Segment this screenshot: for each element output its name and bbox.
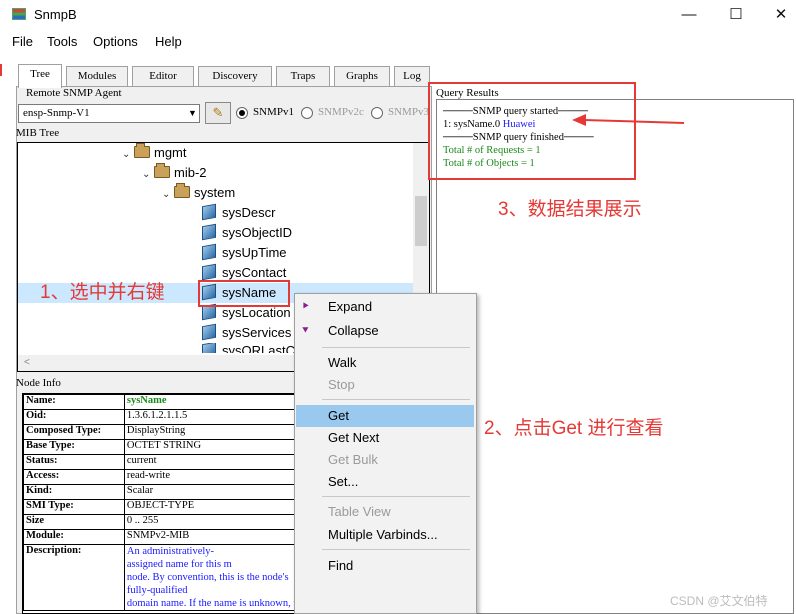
- menu-separator: [322, 496, 470, 497]
- tab-modules[interactable]: Modules: [66, 66, 128, 86]
- menu-separator: [322, 347, 470, 348]
- annotation-box-results: [428, 82, 636, 180]
- maximize-button[interactable]: ☐: [716, 2, 756, 28]
- tools-icon: ✎: [212, 105, 224, 120]
- menu-get[interactable]: Get: [296, 405, 474, 427]
- caret-down-icon[interactable]: ⌄: [142, 165, 154, 185]
- annotation-step2: 2、点击Get 进行查看: [484, 418, 664, 439]
- folder-icon: [174, 183, 190, 198]
- leaf-node-icon: [202, 263, 216, 281]
- tree-node-sysdescr[interactable]: sysDescr: [18, 203, 429, 223]
- window-title: SnmpB: [34, 7, 77, 22]
- minimize-button[interactable]: —: [669, 2, 709, 28]
- snmpv2c-label: SNMPv2c: [318, 106, 364, 118]
- menu-file[interactable]: File: [12, 34, 33, 49]
- menu-options[interactable]: Options: [93, 34, 138, 49]
- menu-tools[interactable]: Tools: [47, 34, 77, 49]
- remote-agent-label: Remote SNMP Agent: [26, 87, 122, 99]
- menu-table-view: Table View: [328, 504, 391, 519]
- mib-tree-label: MIB Tree: [16, 127, 60, 139]
- tree-node-sysobjectid[interactable]: sysObjectID: [18, 223, 429, 243]
- leaf-node-icon: [202, 203, 216, 221]
- close-button[interactable]: ✕: [761, 2, 796, 28]
- tree-node-sysuptime[interactable]: sysUpTime: [18, 243, 429, 263]
- menu-separator: [322, 549, 470, 550]
- chevron-down-icon[interactable]: ▼: [186, 105, 199, 122]
- tree-node-mgmt[interactable]: ⌄ mgmt: [18, 143, 429, 163]
- snmpv1-radio[interactable]: [236, 107, 248, 119]
- menu-get-next[interactable]: Get Next: [296, 427, 474, 449]
- leaf-node-icon: [202, 343, 216, 353]
- menu-get-bulk: Get Bulk: [328, 452, 378, 467]
- snmpv1-label: SNMPv1: [253, 106, 294, 118]
- agent-settings-button[interactable]: ✎: [205, 102, 231, 124]
- tab-traps[interactable]: Traps: [276, 66, 330, 86]
- tree-node-system[interactable]: ⌄ system: [18, 183, 429, 203]
- watermark: CSDN @艾文伯特: [670, 594, 768, 608]
- folder-icon: [134, 143, 150, 158]
- node-info-label: Node Info: [16, 377, 61, 389]
- tab-discovery[interactable]: Discovery: [198, 66, 272, 86]
- snmpv3-radio[interactable]: [371, 107, 383, 119]
- folder-icon: [154, 163, 170, 178]
- menu-multiple-varbinds[interactable]: Multiple Varbinds...: [296, 524, 474, 546]
- agent-select[interactable]: ensp-Snmp-V1: [18, 104, 200, 123]
- tree-scroll-thumb[interactable]: [415, 196, 427, 246]
- window-edge-marker: [0, 64, 2, 76]
- annotation-box-sysname: [198, 280, 290, 307]
- menu-set[interactable]: Set...: [296, 471, 474, 493]
- annotation-step3: 3、数据结果展示: [498, 199, 642, 220]
- caret-down-icon[interactable]: ⌄: [162, 185, 174, 205]
- tab-log[interactable]: Log: [394, 66, 430, 86]
- menu-expand[interactable]: Expand: [296, 296, 474, 318]
- menu-find[interactable]: Find: [296, 555, 474, 577]
- leaf-node-icon: [202, 243, 216, 261]
- menu-separator: [322, 399, 470, 400]
- app-icon: [12, 8, 26, 20]
- menu-collapse[interactable]: Collapse: [296, 320, 474, 342]
- menu-walk[interactable]: Walk: [296, 352, 474, 374]
- tab-graphs[interactable]: Graphs: [334, 66, 390, 86]
- annotation-arrow-icon: [572, 114, 685, 126]
- tab-tree[interactable]: Tree: [18, 64, 62, 88]
- tab-editor[interactable]: Editor: [132, 66, 194, 86]
- chevron-left-icon[interactable]: <: [24, 357, 30, 368]
- leaf-node-icon: [202, 223, 216, 241]
- tree-node-mib-2[interactable]: ⌄ mib-2: [18, 163, 429, 183]
- menu-stop: Stop: [328, 377, 355, 392]
- leaf-node-icon: [202, 323, 216, 341]
- snmpv3-label: SNMPv3: [388, 106, 429, 118]
- annotation-step1: 1、选中并右键: [40, 282, 165, 303]
- snmpv2c-radio[interactable]: [301, 107, 313, 119]
- caret-down-icon[interactable]: ⌄: [122, 145, 134, 165]
- menu-help[interactable]: Help: [155, 34, 182, 49]
